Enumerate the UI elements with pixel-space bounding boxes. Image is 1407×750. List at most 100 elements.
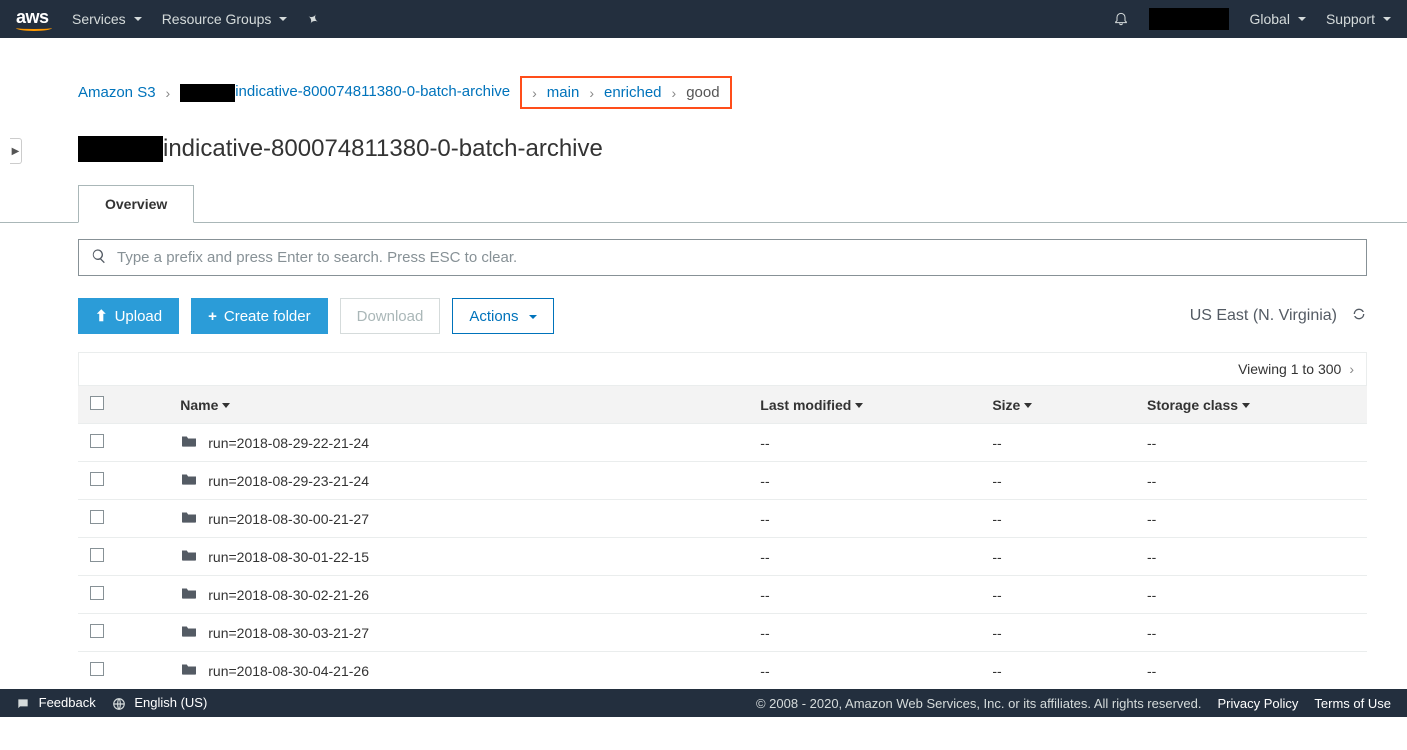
toolbar: ⬆ Upload + Create folder Download Action… bbox=[78, 298, 1367, 334]
copyright-text: © 2008 - 2020, Amazon Web Services, Inc.… bbox=[756, 696, 1202, 711]
nav-resource-groups-label: Resource Groups bbox=[162, 11, 272, 27]
create-folder-button[interactable]: + Create folder bbox=[191, 298, 327, 334]
breadcrumb-bucket[interactable]: indicative-800074811380-0-batch-archive bbox=[180, 83, 510, 101]
cell-size: -- bbox=[980, 462, 1135, 500]
refresh-icon[interactable] bbox=[1351, 306, 1367, 327]
row-checkbox[interactable] bbox=[90, 434, 104, 448]
row-checkbox[interactable] bbox=[90, 472, 104, 486]
feedback-label: Feedback bbox=[39, 695, 96, 710]
content: ▶ Amazon S3 › indicative-800074811380-0-… bbox=[0, 38, 1407, 750]
search-icon bbox=[91, 248, 107, 267]
table-row: run=2018-08-30-02-21-26------ bbox=[78, 576, 1367, 614]
object-name-link[interactable]: run=2018-08-30-04-21-26 bbox=[208, 663, 369, 679]
folder-icon bbox=[180, 624, 198, 641]
col-last-modified[interactable]: Last modified bbox=[748, 386, 980, 424]
cell-storage-class: -- bbox=[1135, 614, 1367, 652]
object-name-link[interactable]: run=2018-08-29-22-21-24 bbox=[208, 435, 369, 451]
folder-icon bbox=[180, 434, 198, 451]
chat-icon bbox=[16, 695, 35, 710]
row-checkbox[interactable] bbox=[90, 586, 104, 600]
chevron-right-icon: › bbox=[532, 85, 537, 101]
folder-icon bbox=[180, 586, 198, 603]
cell-storage-class: -- bbox=[1135, 462, 1367, 500]
notifications-icon[interactable] bbox=[1113, 10, 1129, 29]
table-row: run=2018-08-29-23-21-24------ bbox=[78, 462, 1367, 500]
actions-button[interactable]: Actions bbox=[452, 298, 553, 334]
upload-button[interactable]: ⬆ Upload bbox=[78, 298, 179, 334]
chevron-right-icon: › bbox=[672, 85, 677, 101]
cell-last-modified: -- bbox=[748, 538, 980, 576]
pager-next-icon[interactable]: › bbox=[1349, 361, 1354, 377]
cell-last-modified: -- bbox=[748, 576, 980, 614]
pager-text: Viewing 1 to 300 bbox=[1238, 361, 1341, 377]
redacted-prefix bbox=[180, 84, 235, 102]
folder-icon bbox=[180, 548, 198, 565]
feedback-link[interactable]: Feedback bbox=[16, 695, 96, 711]
row-checkbox[interactable] bbox=[90, 662, 104, 676]
select-all-checkbox[interactable] bbox=[90, 396, 104, 410]
breadcrumb-enriched[interactable]: enriched bbox=[604, 84, 662, 101]
col-size[interactable]: Size bbox=[980, 386, 1135, 424]
breadcrumb: Amazon S3 › indicative-800074811380-0-ba… bbox=[78, 76, 1367, 109]
pin-icon[interactable]: ✦ bbox=[304, 9, 323, 30]
col-name[interactable]: Name bbox=[168, 386, 748, 424]
tabs: Overview bbox=[0, 185, 1407, 223]
cell-storage-class: -- bbox=[1135, 424, 1367, 462]
nav-region-label: Global bbox=[1249, 11, 1289, 27]
object-name-link[interactable]: run=2018-08-30-02-21-26 bbox=[208, 587, 369, 603]
download-button: Download bbox=[340, 298, 441, 334]
language-link[interactable]: English (US) bbox=[112, 695, 208, 711]
object-name-link[interactable]: run=2018-08-30-03-21-27 bbox=[208, 625, 369, 641]
breadcrumb-good: good bbox=[686, 84, 719, 101]
sort-icon bbox=[1238, 397, 1250, 413]
col-mod-label: Last modified bbox=[760, 397, 851, 413]
cell-storage-class: -- bbox=[1135, 538, 1367, 576]
cell-size: -- bbox=[980, 576, 1135, 614]
page-title-redacted bbox=[78, 136, 163, 162]
cell-last-modified: -- bbox=[748, 652, 980, 690]
aws-swoosh-icon bbox=[16, 25, 52, 31]
upload-label: Upload bbox=[115, 308, 163, 325]
object-name-link[interactable]: run=2018-08-30-00-21-27 bbox=[208, 511, 369, 527]
table-row: run=2018-08-30-03-21-27------ bbox=[78, 614, 1367, 652]
highlighted-path: › main › enriched › good bbox=[520, 76, 731, 109]
row-checkbox[interactable] bbox=[90, 624, 104, 638]
nav-region[interactable]: Global bbox=[1249, 11, 1305, 27]
search-input[interactable] bbox=[117, 249, 1354, 266]
aws-logo[interactable]: aws bbox=[16, 8, 52, 31]
chevron-down-icon bbox=[526, 308, 537, 325]
sort-icon bbox=[851, 397, 863, 413]
row-checkbox[interactable] bbox=[90, 510, 104, 524]
row-checkbox[interactable] bbox=[90, 548, 104, 562]
col-storage-class[interactable]: Storage class bbox=[1135, 386, 1367, 424]
region-label: US East (N. Virginia) bbox=[1190, 307, 1337, 325]
breadcrumb-root[interactable]: Amazon S3 bbox=[78, 84, 156, 101]
nav-resource-groups[interactable]: Resource Groups bbox=[162, 11, 288, 27]
privacy-link[interactable]: Privacy Policy bbox=[1218, 696, 1299, 711]
tab-overview[interactable]: Overview bbox=[78, 185, 194, 223]
object-table: Name Last modified Size Storage class ru… bbox=[78, 385, 1367, 690]
object-name-link[interactable]: run=2018-08-29-23-21-24 bbox=[208, 473, 369, 489]
folder-icon bbox=[180, 510, 198, 527]
terms-link[interactable]: Terms of Use bbox=[1314, 696, 1391, 711]
side-panel-toggle[interactable]: ▶ bbox=[10, 138, 22, 164]
folder-icon bbox=[180, 662, 198, 679]
folder-icon bbox=[180, 472, 198, 489]
sort-icon bbox=[218, 397, 230, 413]
nav-support-label: Support bbox=[1326, 11, 1375, 27]
breadcrumb-main[interactable]: main bbox=[547, 84, 580, 101]
search-box[interactable] bbox=[78, 239, 1367, 276]
table-row: run=2018-08-30-00-21-27------ bbox=[78, 500, 1367, 538]
cell-storage-class: -- bbox=[1135, 576, 1367, 614]
create-folder-label: Create folder bbox=[224, 308, 311, 325]
object-name-link[interactable]: run=2018-08-30-01-22-15 bbox=[208, 549, 369, 565]
chevron-right-icon: › bbox=[166, 85, 171, 101]
account-menu-redacted[interactable] bbox=[1149, 8, 1229, 30]
table-row: run=2018-08-29-22-21-24------ bbox=[78, 424, 1367, 462]
top-nav: aws Services Resource Groups ✦ Global Su… bbox=[0, 0, 1407, 38]
nav-services[interactable]: Services bbox=[72, 11, 142, 27]
nav-support[interactable]: Support bbox=[1326, 11, 1391, 27]
actions-label: Actions bbox=[469, 308, 518, 325]
cell-size: -- bbox=[980, 424, 1135, 462]
cell-last-modified: -- bbox=[748, 614, 980, 652]
